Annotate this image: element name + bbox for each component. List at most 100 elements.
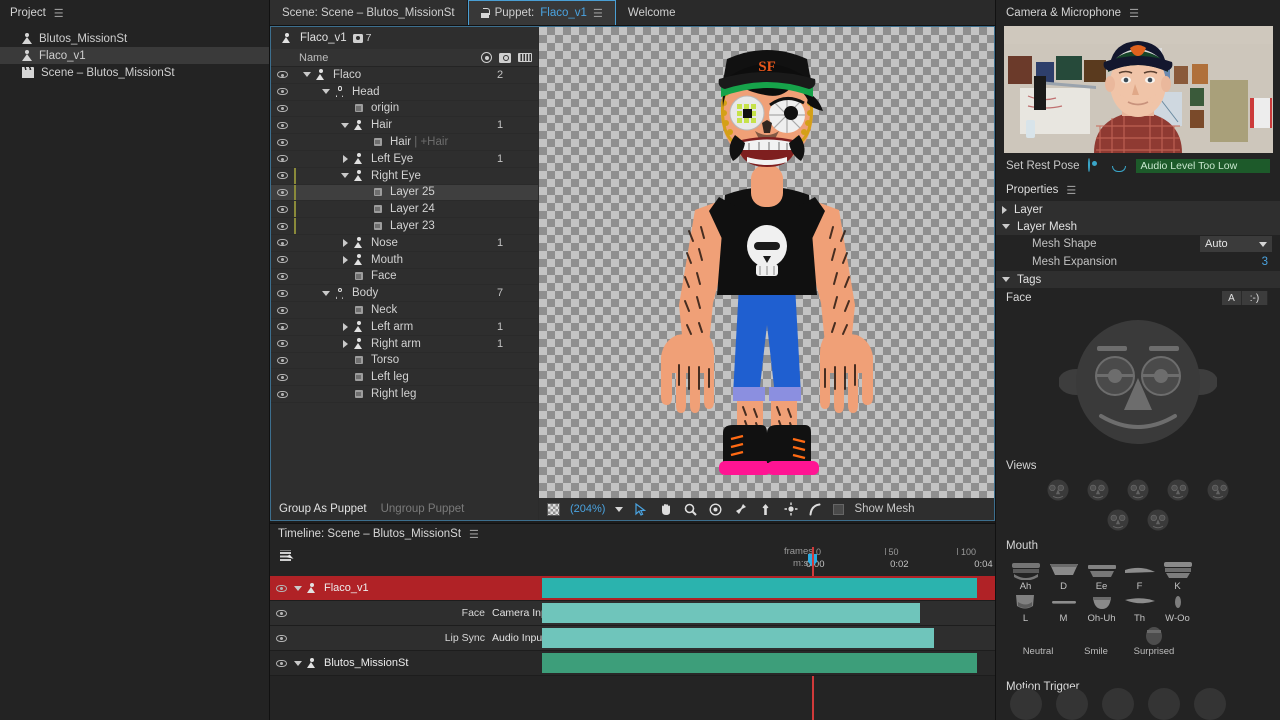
view-thumbnail[interactable]	[1044, 476, 1072, 504]
layer-row[interactable]: Face	[271, 269, 538, 286]
target-icon[interactable]	[481, 52, 492, 63]
set-rest-pose-button[interactable]: Set Rest Pose	[1006, 160, 1080, 172]
track-visibility-icon[interactable]	[270, 660, 292, 667]
motion-trigger-thumb[interactable]	[1148, 688, 1180, 720]
tab-welcome[interactable]: Welcome	[616, 0, 688, 25]
magnet-tool-icon[interactable]	[808, 502, 823, 517]
chevron-right-icon[interactable]	[339, 256, 351, 264]
visibility-eye-icon[interactable]	[271, 206, 293, 213]
layer-row[interactable]: Torso	[271, 353, 538, 370]
visibility-eye-icon[interactable]	[271, 223, 293, 230]
section-layer-mesh[interactable]: Layer Mesh	[996, 218, 1280, 235]
motion-trigger-thumb[interactable]	[1194, 688, 1226, 720]
visibility-eye-icon[interactable]	[271, 189, 293, 196]
viseme-cell[interactable]: M	[1046, 592, 1081, 624]
track-clip-bar[interactable]	[542, 578, 977, 598]
visibility-eye-icon[interactable]	[271, 122, 293, 129]
visibility-eye-icon[interactable]	[271, 239, 293, 246]
timeline-ruler[interactable]: 0501001502002503000:000:020:040:060:080:…	[270, 544, 995, 576]
layer-row[interactable]: Body7	[271, 285, 538, 302]
project-item[interactable]: Scene – Blutos_MissionSt	[0, 64, 269, 81]
visibility-eye-icon[interactable]	[271, 374, 293, 381]
layer-row[interactable]: Mouth	[271, 252, 538, 269]
pin-tool-icon[interactable]	[733, 502, 748, 517]
microphone-icon[interactable]	[1112, 159, 1128, 173]
expression-cell[interactable]: Surprised	[1126, 626, 1182, 657]
hamburger-icon[interactable]: ☰	[1066, 184, 1076, 197]
checker-toggle-icon[interactable]	[547, 503, 560, 516]
viseme-cell[interactable]: D	[1046, 560, 1081, 592]
chevron-right-icon[interactable]	[339, 155, 351, 163]
tag-button-smiley[interactable]: :-)	[1242, 291, 1268, 305]
viseme-cell[interactable]: Th	[1122, 592, 1157, 624]
visibility-eye-icon[interactable]	[271, 105, 293, 112]
mesh-shape-dropdown[interactable]: Auto	[1200, 236, 1272, 252]
view-thumbnail[interactable]	[1204, 476, 1232, 504]
chevron-right-icon[interactable]	[339, 340, 351, 348]
motion-trigger-thumb[interactable]	[1010, 688, 1042, 720]
layer-row[interactable]: Right leg	[271, 386, 538, 403]
layer-row[interactable]: Flaco2	[271, 67, 538, 84]
mesh-expansion-value[interactable]: 3	[1262, 256, 1268, 268]
viseme-cell[interactable]: W-Oo	[1160, 592, 1195, 624]
origin-tool-icon[interactable]	[708, 502, 723, 517]
timeline-track[interactable]: FaceCamera Input	[270, 601, 995, 626]
canvas-checkerboard[interactable]: SF	[539, 27, 994, 498]
visibility-eye-icon[interactable]	[271, 172, 293, 179]
view-thumbnail[interactable]	[1084, 476, 1112, 504]
layer-row[interactable]: Left leg	[271, 369, 538, 386]
magnify-tool-icon[interactable]	[683, 502, 698, 517]
layer-row[interactable]: Nose1	[271, 235, 538, 252]
expression-cell[interactable]: Smile	[1068, 626, 1124, 657]
tab-puppet[interactable]: Puppet: Flaco_v1 ☰	[468, 0, 616, 25]
chevron-down-icon[interactable]	[292, 586, 304, 591]
motion-trigger-thumb[interactable]	[1056, 688, 1088, 720]
visibility-eye-icon[interactable]	[271, 71, 293, 78]
tab-puppet-menu-icon[interactable]: ☰	[593, 7, 603, 20]
hamburger-icon[interactable]: ☰	[1129, 7, 1139, 20]
visibility-eye-icon[interactable]	[271, 155, 293, 162]
chevron-right-icon[interactable]	[339, 239, 351, 247]
hand-tool-icon[interactable]	[658, 502, 673, 517]
track-clip-bar[interactable]	[542, 653, 977, 673]
timeline-track[interactable]: Flaco_v1	[270, 576, 995, 601]
face-preview[interactable]	[996, 308, 1280, 456]
layer-row[interactable]: Hair | +Hair	[271, 134, 538, 151]
track-clip-bar[interactable]	[542, 603, 920, 623]
visibility-eye-icon[interactable]	[271, 273, 293, 280]
visibility-eye-icon[interactable]	[271, 307, 293, 314]
visibility-eye-icon[interactable]	[271, 256, 293, 263]
visibility-eye-icon[interactable]	[271, 340, 293, 347]
viseme-cell[interactable]: Oh-Uh	[1084, 592, 1119, 624]
layer-row[interactable]: Layer 23	[271, 218, 538, 235]
view-thumbnail[interactable]	[1144, 506, 1172, 534]
layer-row[interactable]: Left Eye1	[271, 151, 538, 168]
layer-row[interactable]: Left arm1	[271, 319, 538, 336]
show-mesh-checkbox[interactable]	[833, 504, 844, 515]
visibility-eye-icon[interactable]	[271, 391, 293, 398]
view-thumbnail[interactable]	[1164, 476, 1192, 504]
viseme-cell[interactable]: L	[1008, 592, 1043, 624]
visibility-eye-icon[interactable]	[271, 139, 293, 146]
chevron-down-icon[interactable]	[339, 173, 351, 178]
webcam-icon[interactable]	[1088, 159, 1104, 173]
visibility-eye-icon[interactable]	[271, 357, 293, 364]
zoom-level[interactable]: (204%)	[570, 503, 605, 515]
arrow-tool-icon[interactable]	[633, 502, 648, 517]
layer-row[interactable]: Hair1	[271, 117, 538, 134]
track-visibility-icon[interactable]	[270, 610, 292, 617]
timeline-track[interactable]: Lip SyncAudio Input	[270, 626, 995, 651]
track-visibility-icon[interactable]	[270, 585, 292, 592]
layer-row[interactable]: Layer 24	[271, 201, 538, 218]
chevron-down-icon[interactable]	[301, 72, 313, 77]
puppet-artwork[interactable]: SF	[627, 35, 907, 495]
layer-row[interactable]: Head	[271, 84, 538, 101]
hamburger-icon[interactable]: ☰	[469, 528, 479, 541]
visibility-eye-icon[interactable]	[271, 323, 293, 330]
project-item[interactable]: Blutos_MissionSt	[0, 30, 269, 47]
tab-scene[interactable]: Scene: Scene – Blutos_MissionSt	[270, 0, 468, 25]
chevron-right-icon[interactable]	[339, 323, 351, 331]
track-visibility-icon[interactable]	[270, 635, 292, 642]
motion-trigger-thumb[interactable]	[1102, 688, 1134, 720]
group-as-puppet-button[interactable]: Group As Puppet	[279, 503, 367, 515]
